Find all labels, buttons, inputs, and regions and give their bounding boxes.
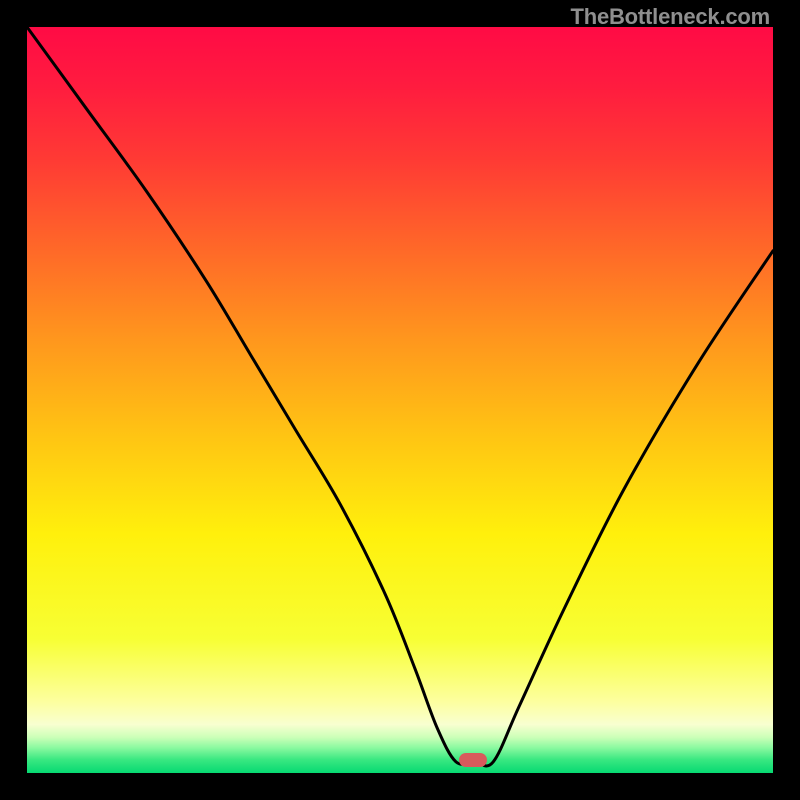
plot-area — [27, 27, 773, 773]
chart-container: TheBottleneck.com — [0, 0, 800, 800]
bottleneck-curve — [27, 27, 773, 766]
optimal-marker — [459, 753, 487, 767]
curve-layer — [27, 27, 773, 773]
